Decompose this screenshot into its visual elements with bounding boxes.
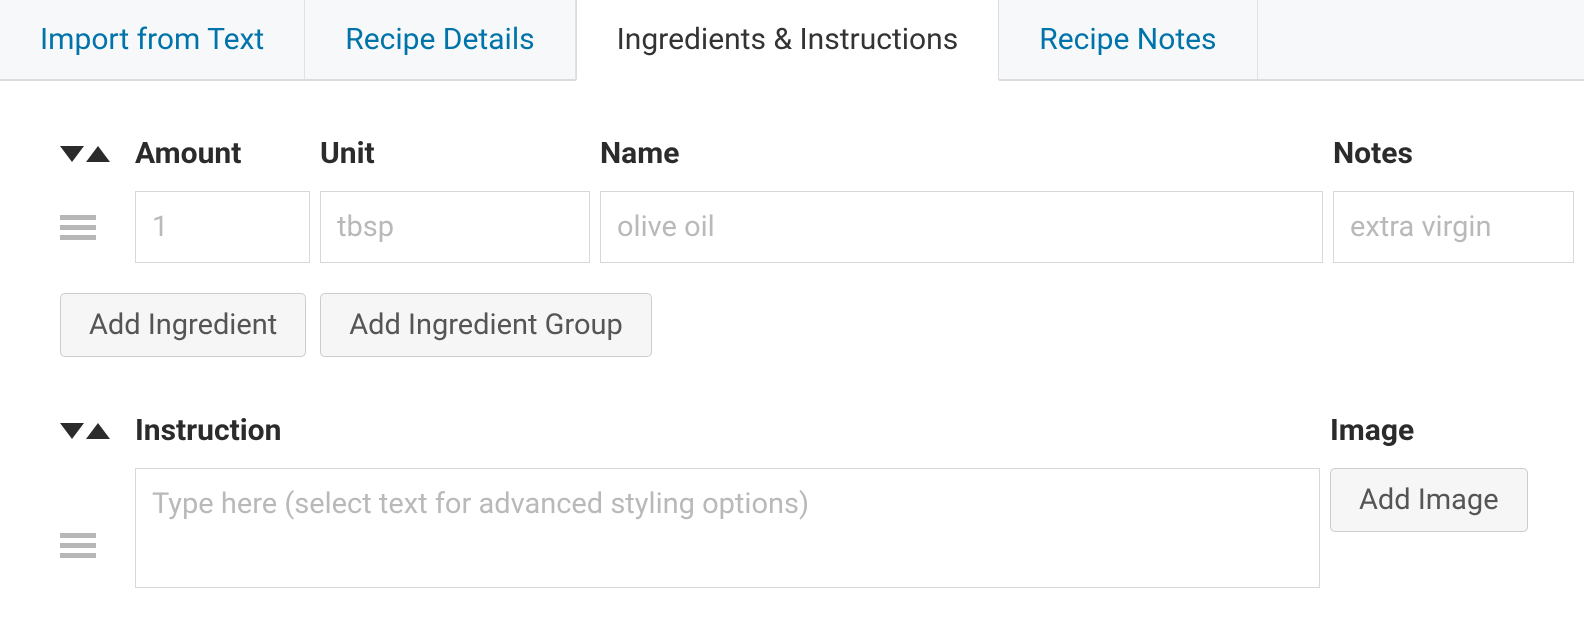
instructions-headers: Instruction Image — [60, 413, 1584, 448]
instructions-section: Instruction Image Add Image — [60, 413, 1584, 592]
drag-column — [60, 215, 135, 240]
instruction-textarea[interactable] — [135, 468, 1320, 588]
content-area: Amount Unit Name Notes — [0, 81, 1584, 592]
drag-column-2 — [60, 468, 135, 558]
sort-column-2 — [60, 423, 135, 439]
sort-icon[interactable] — [60, 423, 110, 439]
notes-input[interactable] — [1333, 191, 1574, 263]
ingredient-row — [60, 191, 1584, 263]
ingredients-headers: Amount Unit Name Notes — [60, 136, 1584, 171]
sort-icon[interactable] — [60, 146, 110, 162]
header-name: Name — [600, 136, 1333, 171]
tab-recipe-details[interactable]: Recipe Details — [305, 0, 575, 79]
header-image: Image — [1330, 413, 1584, 448]
header-amount: Amount — [135, 136, 320, 171]
instruction-row: Add Image — [60, 468, 1584, 592]
sort-column — [60, 146, 135, 162]
header-unit: Unit — [320, 136, 600, 171]
amount-input[interactable] — [135, 191, 310, 263]
unit-input[interactable] — [320, 191, 590, 263]
tab-recipe-notes[interactable]: Recipe Notes — [999, 0, 1257, 79]
add-ingredient-button[interactable]: Add Ingredient — [60, 293, 306, 357]
drag-handle-icon[interactable] — [60, 533, 96, 558]
ingredients-section: Amount Unit Name Notes — [60, 136, 1584, 357]
drag-handle-icon[interactable] — [60, 215, 96, 240]
header-instruction: Instruction — [135, 413, 1330, 448]
ingredient-buttons: Add Ingredient Add Ingredient Group — [60, 293, 1584, 357]
add-ingredient-group-button[interactable]: Add Ingredient Group — [320, 293, 652, 357]
add-image-button[interactable]: Add Image — [1330, 468, 1528, 532]
header-notes: Notes — [1333, 136, 1584, 171]
name-input[interactable] — [600, 191, 1323, 263]
tab-import-from-text[interactable]: Import from Text — [0, 0, 305, 79]
tab-ingredients-instructions[interactable]: Ingredients & Instructions — [576, 0, 1000, 81]
tabs-bar: Import from Text Recipe Details Ingredie… — [0, 0, 1584, 81]
